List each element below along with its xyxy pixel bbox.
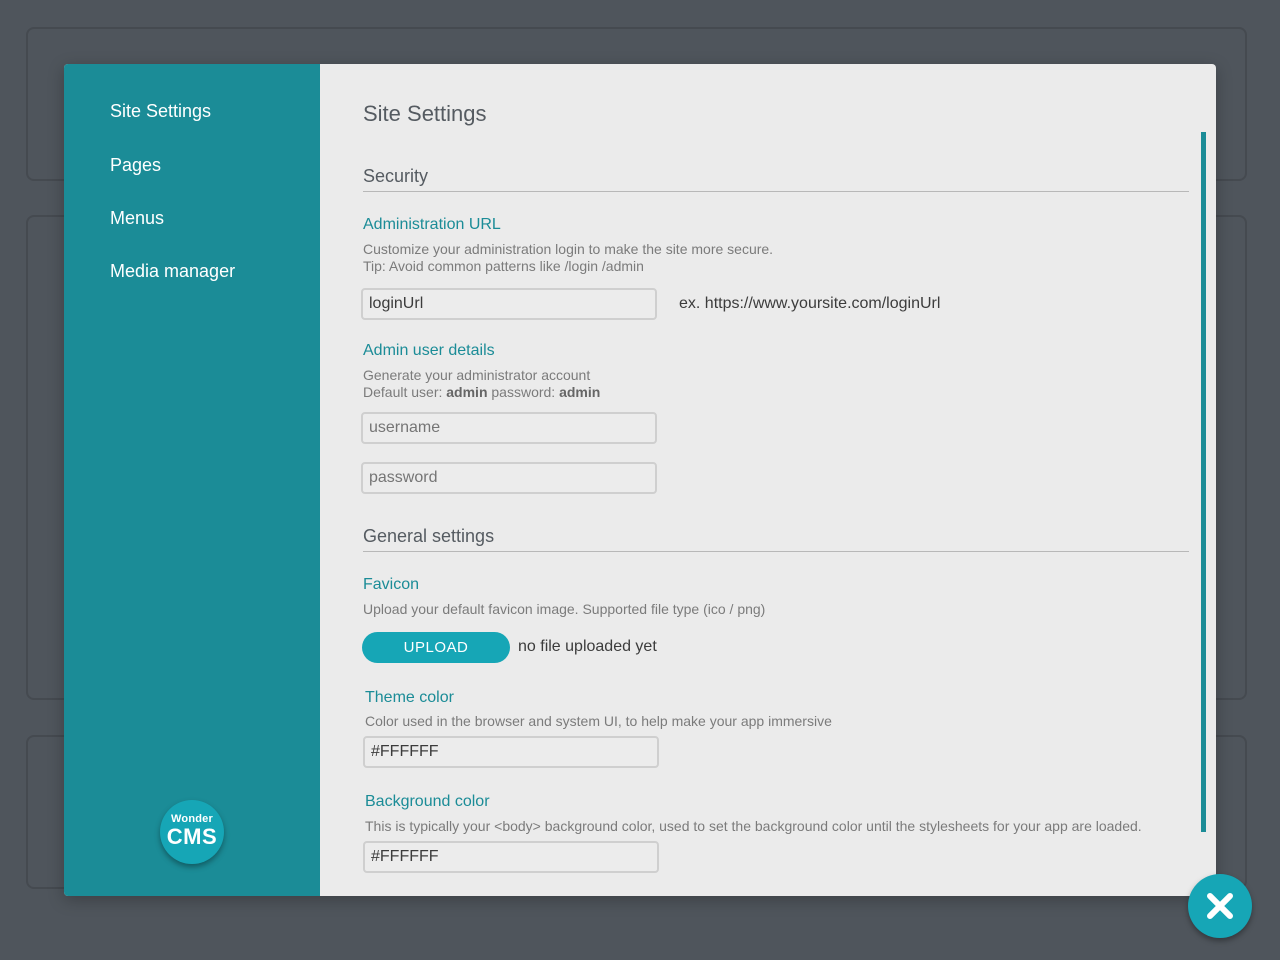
settings-content[interactable]: Site Settings Security Administration UR… xyxy=(320,64,1216,896)
favicon-label: Favicon xyxy=(363,576,420,593)
background-color-help: This is typically your <body> background… xyxy=(365,818,1142,834)
admin-user-help: Generate your administrator account Defa… xyxy=(363,367,600,401)
admin-url-help: Customize your administration login to m… xyxy=(363,241,773,275)
admin-user-help-line2: Default user: admin password: admin xyxy=(363,384,600,401)
logo-line2: CMS xyxy=(166,824,218,849)
default-password-prefix: password: xyxy=(487,384,560,400)
theme-color-help: Color used in the browser and system UI,… xyxy=(365,713,832,729)
wondercms-logo: Wonder CMS xyxy=(160,800,224,864)
admin-url-input[interactable] xyxy=(361,288,657,320)
password-input[interactable] xyxy=(361,462,657,494)
section-divider xyxy=(363,551,1189,552)
background-color-input[interactable] xyxy=(363,841,659,873)
section-title-security: Security xyxy=(363,166,429,186)
close-icon xyxy=(1207,893,1233,919)
admin-user-help-line1: Generate your administrator account xyxy=(363,367,591,383)
default-user-prefix: Default user: xyxy=(363,384,447,400)
favicon-help: Upload your default favicon image. Suppo… xyxy=(363,601,766,617)
settings-modal: Site Settings Pages Menus Media manager … xyxy=(64,64,1216,896)
admin-url-label: Administration URL xyxy=(363,216,501,233)
sidebar-item-media-manager[interactable]: Media manager xyxy=(110,261,235,282)
theme-color-label: Theme color xyxy=(365,689,454,706)
sidebar-item-menus[interactable]: Menus xyxy=(110,208,164,229)
admin-url-example: ex. https://www.yoursite.com/loginUrl xyxy=(679,295,941,312)
close-button[interactable] xyxy=(1188,874,1252,938)
section-divider xyxy=(363,191,1189,192)
sidebar-item-site-settings[interactable]: Site Settings xyxy=(110,101,211,122)
favicon-status: no file uploaded yet xyxy=(518,638,657,655)
theme-color-input[interactable] xyxy=(363,736,659,768)
default-user-value: admin xyxy=(446,384,488,400)
sidebar-item-pages[interactable]: Pages xyxy=(110,155,161,176)
upload-favicon-button[interactable]: UPLOAD xyxy=(362,632,510,663)
username-input[interactable] xyxy=(361,412,657,444)
content-scrollbar[interactable] xyxy=(1201,132,1206,832)
page-title: Site Settings xyxy=(363,101,487,126)
section-title-general: General settings xyxy=(363,526,495,546)
default-password-value: admin xyxy=(559,384,601,400)
admin-user-label: Admin user details xyxy=(363,342,495,359)
admin-url-help-line2: Tip: Avoid common patterns like /login /… xyxy=(363,258,644,274)
background-color-label: Background color xyxy=(365,793,490,810)
admin-url-help-line1: Customize your administration login to m… xyxy=(363,241,774,257)
settings-sidebar: Site Settings Pages Menus Media manager … xyxy=(64,64,320,896)
